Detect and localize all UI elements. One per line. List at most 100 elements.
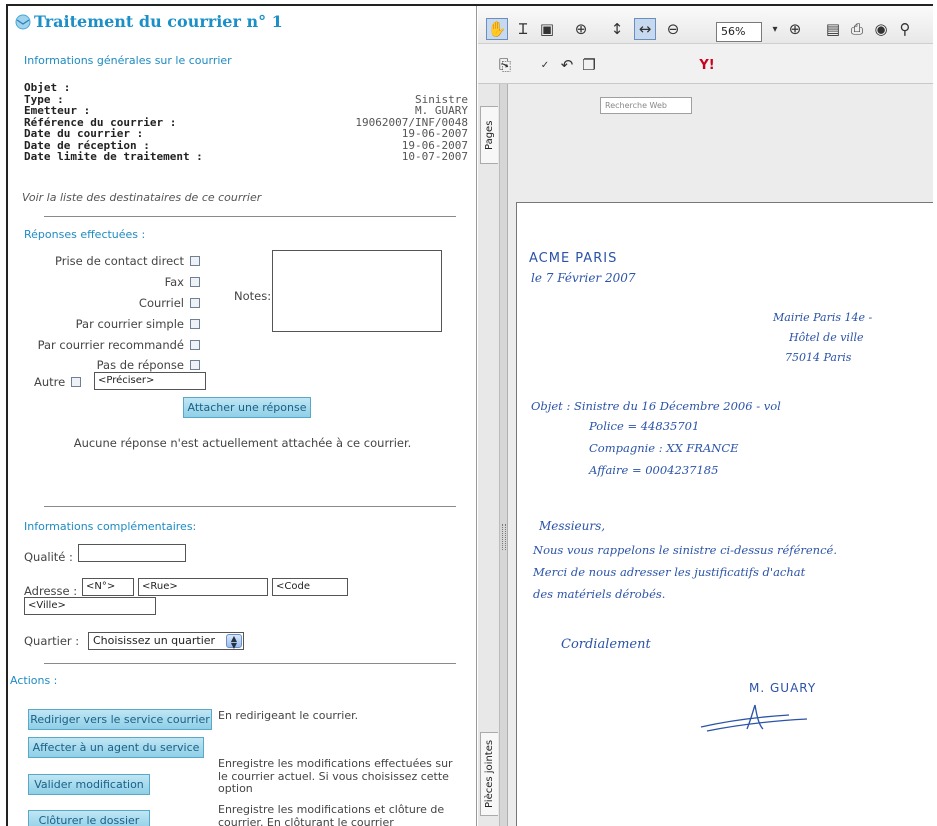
checkbox[interactable] bbox=[190, 277, 200, 287]
spellcheck-icon[interactable]: ✓ bbox=[534, 54, 556, 76]
option-fax[interactable]: Fax bbox=[165, 275, 200, 289]
web-search-input[interactable]: Recherche Web bbox=[600, 97, 692, 114]
complementary-heading: Informations complémentaires: bbox=[24, 520, 197, 533]
option-contact-direct[interactable]: Prise de contact direct bbox=[55, 254, 200, 268]
letter-recipient-3: 75014 Paris bbox=[785, 351, 852, 364]
general-info-list: Objet : Type : Sinistre Emetteur : M. GUAR… bbox=[24, 82, 468, 163]
letter-date: le 7 Février 2007 bbox=[531, 271, 636, 285]
validate-button[interactable]: Valider modification bbox=[28, 774, 150, 795]
grip-handle[interactable] bbox=[502, 524, 506, 550]
save-icon[interactable]: ▤ bbox=[822, 18, 844, 40]
quartier-label: Quartier : bbox=[24, 634, 80, 648]
letter-body-1: Nous vous rappelons le sinistre ci-dessu… bbox=[533, 543, 837, 557]
field-type: Type : Sinistre bbox=[24, 92, 468, 106]
mail-processing-panel: Traitement du courrier n° 1 Informations… bbox=[8, 6, 477, 826]
assign-agent-button[interactable]: Affecter à un agent du service bbox=[28, 737, 204, 758]
letter-body-2: Merci de nous adresser les justificatifs… bbox=[533, 565, 806, 579]
select-text-icon[interactable]: Ɪ bbox=[512, 18, 534, 40]
checkbox[interactable] bbox=[190, 298, 200, 308]
find-icon[interactable]: ⚲ bbox=[894, 18, 916, 40]
field-objet: Objet : bbox=[24, 81, 71, 94]
letter-body-3: des matériels dérobés. bbox=[533, 587, 666, 601]
redirect-button[interactable]: Rediriger vers le service courrier bbox=[28, 709, 212, 730]
field-date-limite: Date limite de traitement :10-07-2007 bbox=[24, 150, 468, 163]
qualite-label: Qualité : bbox=[24, 550, 73, 564]
rotate-page-icon[interactable]: ⎘ bbox=[494, 54, 516, 76]
sidebar-splitter[interactable] bbox=[500, 84, 508, 826]
qualite-input[interactable] bbox=[78, 544, 186, 562]
viewer-toolbar: ✋ Ɪ ▣ ⊕ ↕ ↔ ⊖ 56% ▾ ⊕ ▤ ⎙ ◉ ⚲ bbox=[478, 6, 933, 44]
copy-icon[interactable]: ❐ bbox=[578, 54, 600, 76]
fit-height-icon[interactable]: ↕ bbox=[606, 18, 628, 40]
snapshot-icon[interactable]: ▣ bbox=[536, 18, 558, 40]
letter-recipient-2: Hôtel de ville bbox=[789, 331, 864, 344]
checkbox[interactable] bbox=[190, 319, 200, 329]
page-title-text: Traitement du courrier n° 1 bbox=[34, 12, 283, 31]
chevron-down-icon[interactable]: ▾ bbox=[764, 18, 786, 40]
notes-label: Notes: bbox=[234, 289, 272, 303]
checkbox[interactable] bbox=[190, 340, 200, 350]
notes-textarea[interactable] bbox=[272, 250, 442, 332]
letter-sender: ACME PARIS bbox=[529, 251, 618, 266]
zoom-plus-icon[interactable]: ⊕ bbox=[784, 18, 806, 40]
handwritten-signature bbox=[700, 704, 808, 732]
zoom-input[interactable]: 56% bbox=[716, 22, 762, 42]
document-viewer: ✋ Ɪ ▣ ⊕ ↕ ↔ ⊖ 56% ▾ ⊕ ▤ ⎙ ◉ ⚲ ⎘ ✓ ↶ ❐ Re… bbox=[478, 6, 933, 826]
checkbox[interactable] bbox=[71, 377, 82, 387]
option-courriel[interactable]: Courriel bbox=[139, 296, 200, 310]
recipients-link[interactable]: Voir la liste des destinataires de ce co… bbox=[22, 191, 261, 204]
letter-subject-4: Affaire = 0004237185 bbox=[589, 463, 719, 477]
tab-attachments[interactable]: Pièces jointes bbox=[480, 732, 498, 816]
autre-preciser-input[interactable]: <Préciser> bbox=[94, 372, 206, 390]
field-date-courrier: Date du courrier :19-06-2007 bbox=[24, 127, 468, 140]
address-code-input[interactable]: <Code bbox=[272, 578, 348, 596]
address-city-input[interactable]: <Ville> bbox=[24, 597, 156, 615]
divider bbox=[44, 506, 456, 507]
yahoo-icon[interactable]: Y! bbox=[696, 54, 718, 76]
divider bbox=[44, 663, 456, 664]
close-file-button[interactable]: Clôturer le dossier bbox=[28, 810, 150, 826]
redirect-description: En redirigeant le courrier. bbox=[218, 709, 359, 722]
zoom-out-icon[interactable]: ⊖ bbox=[662, 18, 684, 40]
hand-tool-icon[interactable]: ✋ bbox=[486, 18, 508, 40]
letter-closing: Cordialement bbox=[561, 637, 651, 652]
window: Traitement du courrier n° 1 Informations… bbox=[6, 4, 933, 826]
address-street-input[interactable]: <Rue> bbox=[138, 578, 268, 596]
tab-pages[interactable]: Pages bbox=[480, 106, 498, 164]
option-courrier-recommande[interactable]: Par courrier recommandé bbox=[38, 338, 200, 352]
attach-response-button[interactable]: Attacher une réponse bbox=[183, 397, 311, 418]
validate-description: Enregistre les modifications effectuées … bbox=[218, 757, 453, 795]
viewer-secondary-toolbar: ⎘ ✓ ↶ ❐ Recherche Web Y! bbox=[478, 44, 933, 114]
letter-greeting: Messieurs, bbox=[539, 519, 606, 533]
document-page: ACME PARIS le 7 Février 2007 Mairie Pari… bbox=[516, 202, 933, 826]
field-emetteur: Emetteur : M. GUARY bbox=[24, 104, 468, 117]
letter-signature-name: M. GUARY bbox=[749, 681, 817, 695]
undo-icon[interactable]: ↶ bbox=[556, 54, 578, 76]
option-autre[interactable]: Autre bbox=[34, 375, 82, 389]
no-response-text: Aucune réponse n'est actuellement attach… bbox=[73, 436, 412, 450]
actions-heading: Actions : bbox=[10, 674, 58, 687]
letter-subject-1: Objet : Sinistre du 16 Décembre 2006 - v… bbox=[531, 399, 781, 413]
letter-recipient-1: Mairie Paris 14e - bbox=[773, 311, 873, 324]
checkbox[interactable] bbox=[190, 256, 200, 266]
option-pas-de-reponse[interactable]: Pas de réponse bbox=[97, 358, 200, 372]
address-number-input[interactable]: <N°> bbox=[82, 578, 134, 596]
general-info-heading: Informations générales sur le courrier bbox=[24, 54, 232, 67]
adresse-label: Adresse : bbox=[24, 584, 78, 598]
print-icon[interactable]: ⎙ bbox=[846, 18, 868, 40]
checkbox[interactable] bbox=[190, 360, 200, 370]
navigation-sidebar: Pages Pièces jointes bbox=[478, 84, 500, 826]
fit-width-icon[interactable]: ↔ bbox=[634, 18, 656, 40]
select-arrows-icon: ▲ ▼ bbox=[226, 634, 242, 650]
letter-subject-2: Police = 44835701 bbox=[589, 419, 700, 433]
zoom-in-icon[interactable]: ⊕ bbox=[570, 18, 592, 40]
page-title: Traitement du courrier n° 1 bbox=[14, 12, 283, 31]
letter-subject-3: Compagnie : XX FRANCE bbox=[589, 441, 739, 455]
envelope-globe-icon bbox=[15, 14, 31, 29]
email-icon[interactable]: ◉ bbox=[870, 18, 892, 40]
option-courrier-simple[interactable]: Par courrier simple bbox=[76, 317, 200, 331]
quartier-select[interactable]: Choisissez un quartier ▲ ▼ bbox=[88, 632, 244, 650]
close-description: Enregistre les modifications et clôture … bbox=[218, 803, 445, 826]
divider bbox=[44, 216, 456, 217]
responses-heading: Réponses effectuées : bbox=[24, 228, 146, 241]
